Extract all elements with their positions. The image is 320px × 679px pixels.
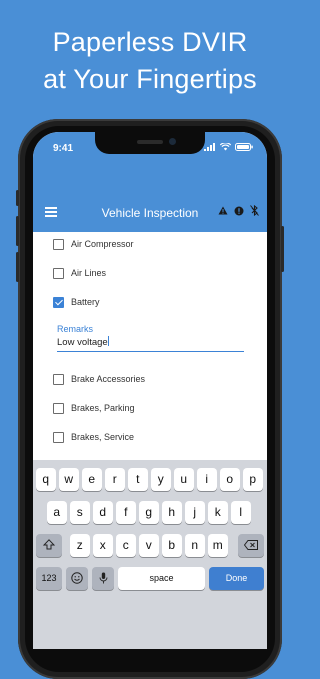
phone-notch [95,132,205,154]
key-c[interactable]: c [116,534,136,557]
phone-volume-down-button [16,252,19,282]
key-e[interactable]: e [82,468,102,491]
emoji-key[interactable] [66,567,88,590]
status-bar: 9:41 [33,132,267,194]
remarks-input[interactable]: Low voltage [57,336,244,352]
emoji-icon [71,572,83,584]
speaker-grille [137,140,163,144]
phone-screen: 9:41 Vehicle Inspection Air Compressor A… [33,132,267,649]
promo-headline-line1: Paperless DVIR [52,27,248,57]
alert-circle-icon[interactable] [234,206,244,216]
microphone-icon [99,572,107,584]
key-f[interactable]: f [116,501,136,524]
battery-icon [235,143,253,151]
checkbox-air-compressor[interactable] [53,238,64,250]
checkbox-brakes-parking[interactable] [53,402,64,414]
phone-mute-switch [16,190,19,206]
key-m[interactable]: m [208,534,228,557]
key-q[interactable]: q [36,468,56,491]
phone-volume-up-button [16,216,19,246]
space-key[interactable]: space [118,567,205,590]
shift-key[interactable] [36,534,62,557]
checklist-item-brakes-parking[interactable]: Brakes, Parking [53,400,135,416]
checklist-item-air-compressor[interactable]: Air Compressor [53,236,134,252]
key-g[interactable]: g [139,501,159,524]
checklist-item-label: Brakes, Parking [71,403,135,413]
backspace-key[interactable] [238,534,264,557]
text-caret [107,336,109,346]
key-v[interactable]: v [139,534,159,557]
key-z[interactable]: z [70,534,90,557]
key-o[interactable]: o [220,468,240,491]
checklist-item-label: Air Lines [71,268,107,278]
status-icons [204,143,253,151]
done-key[interactable]: Done [209,567,264,590]
remarks-field[interactable]: Remarks Low voltage [57,324,244,352]
status-time: 9:41 [53,143,74,154]
key-w[interactable]: w [59,468,79,491]
onscreen-keyboard: q w e r t y u i o p a s d f g h j k l z … [33,460,267,649]
checklist-item-air-lines[interactable]: Air Lines [53,265,106,281]
promo-headline-line2: at Your Fingertips [43,64,257,94]
checklist-item-brakes-service[interactable]: Brakes, Service [53,429,134,445]
key-j[interactable]: j [185,501,205,524]
key-n[interactable]: n [185,534,205,557]
key-p[interactable]: p [243,468,263,491]
bluetooth-disabled-icon[interactable] [250,205,259,216]
remarks-value: Low voltage [57,337,108,348]
checklist-item-label: Brake Accessories [71,374,146,384]
remarks-label: Remarks [57,324,94,334]
checkbox-brakes-service[interactable] [53,431,64,443]
checkbox-battery[interactable] [53,296,64,308]
key-y[interactable]: y [151,468,171,491]
key-l[interactable]: l [231,501,251,524]
dictation-key[interactable] [92,567,114,590]
key-u[interactable]: u [174,468,194,491]
key-k[interactable]: k [208,501,228,524]
promo-headline: Paperless DVIR at Your Fingertips [0,24,300,98]
key-a[interactable]: a [47,501,67,524]
key-t[interactable]: t [128,468,148,491]
shift-icon [42,539,56,550]
warning-icon[interactable] [218,206,228,215]
checkbox-brake-accessories[interactable] [53,373,64,385]
key-x[interactable]: x [93,534,113,557]
key-b[interactable]: b [162,534,182,557]
phone-power-button [281,226,284,272]
checklist-item-label: Battery [71,297,100,307]
app-bar: Vehicle Inspection [33,194,267,232]
checklist-item-battery[interactable]: Battery [53,294,100,310]
app-bar-icons [218,205,259,216]
backspace-icon [243,540,258,550]
key-d[interactable]: d [93,501,113,524]
numbers-key[interactable]: 123 [36,567,62,590]
checkbox-air-lines[interactable] [53,267,64,279]
checklist-item-brake-accessories[interactable]: Brake Accessories [53,371,145,387]
key-r[interactable]: r [105,468,125,491]
checklist-item-label: Air Compressor [71,239,134,249]
cellular-signal-icon [204,143,215,151]
key-h[interactable]: h [162,501,182,524]
wifi-icon [220,143,231,151]
front-camera [169,138,176,145]
key-s[interactable]: s [70,501,90,524]
checklist-item-label: Brakes, Service [71,432,135,442]
key-i[interactable]: i [197,468,217,491]
